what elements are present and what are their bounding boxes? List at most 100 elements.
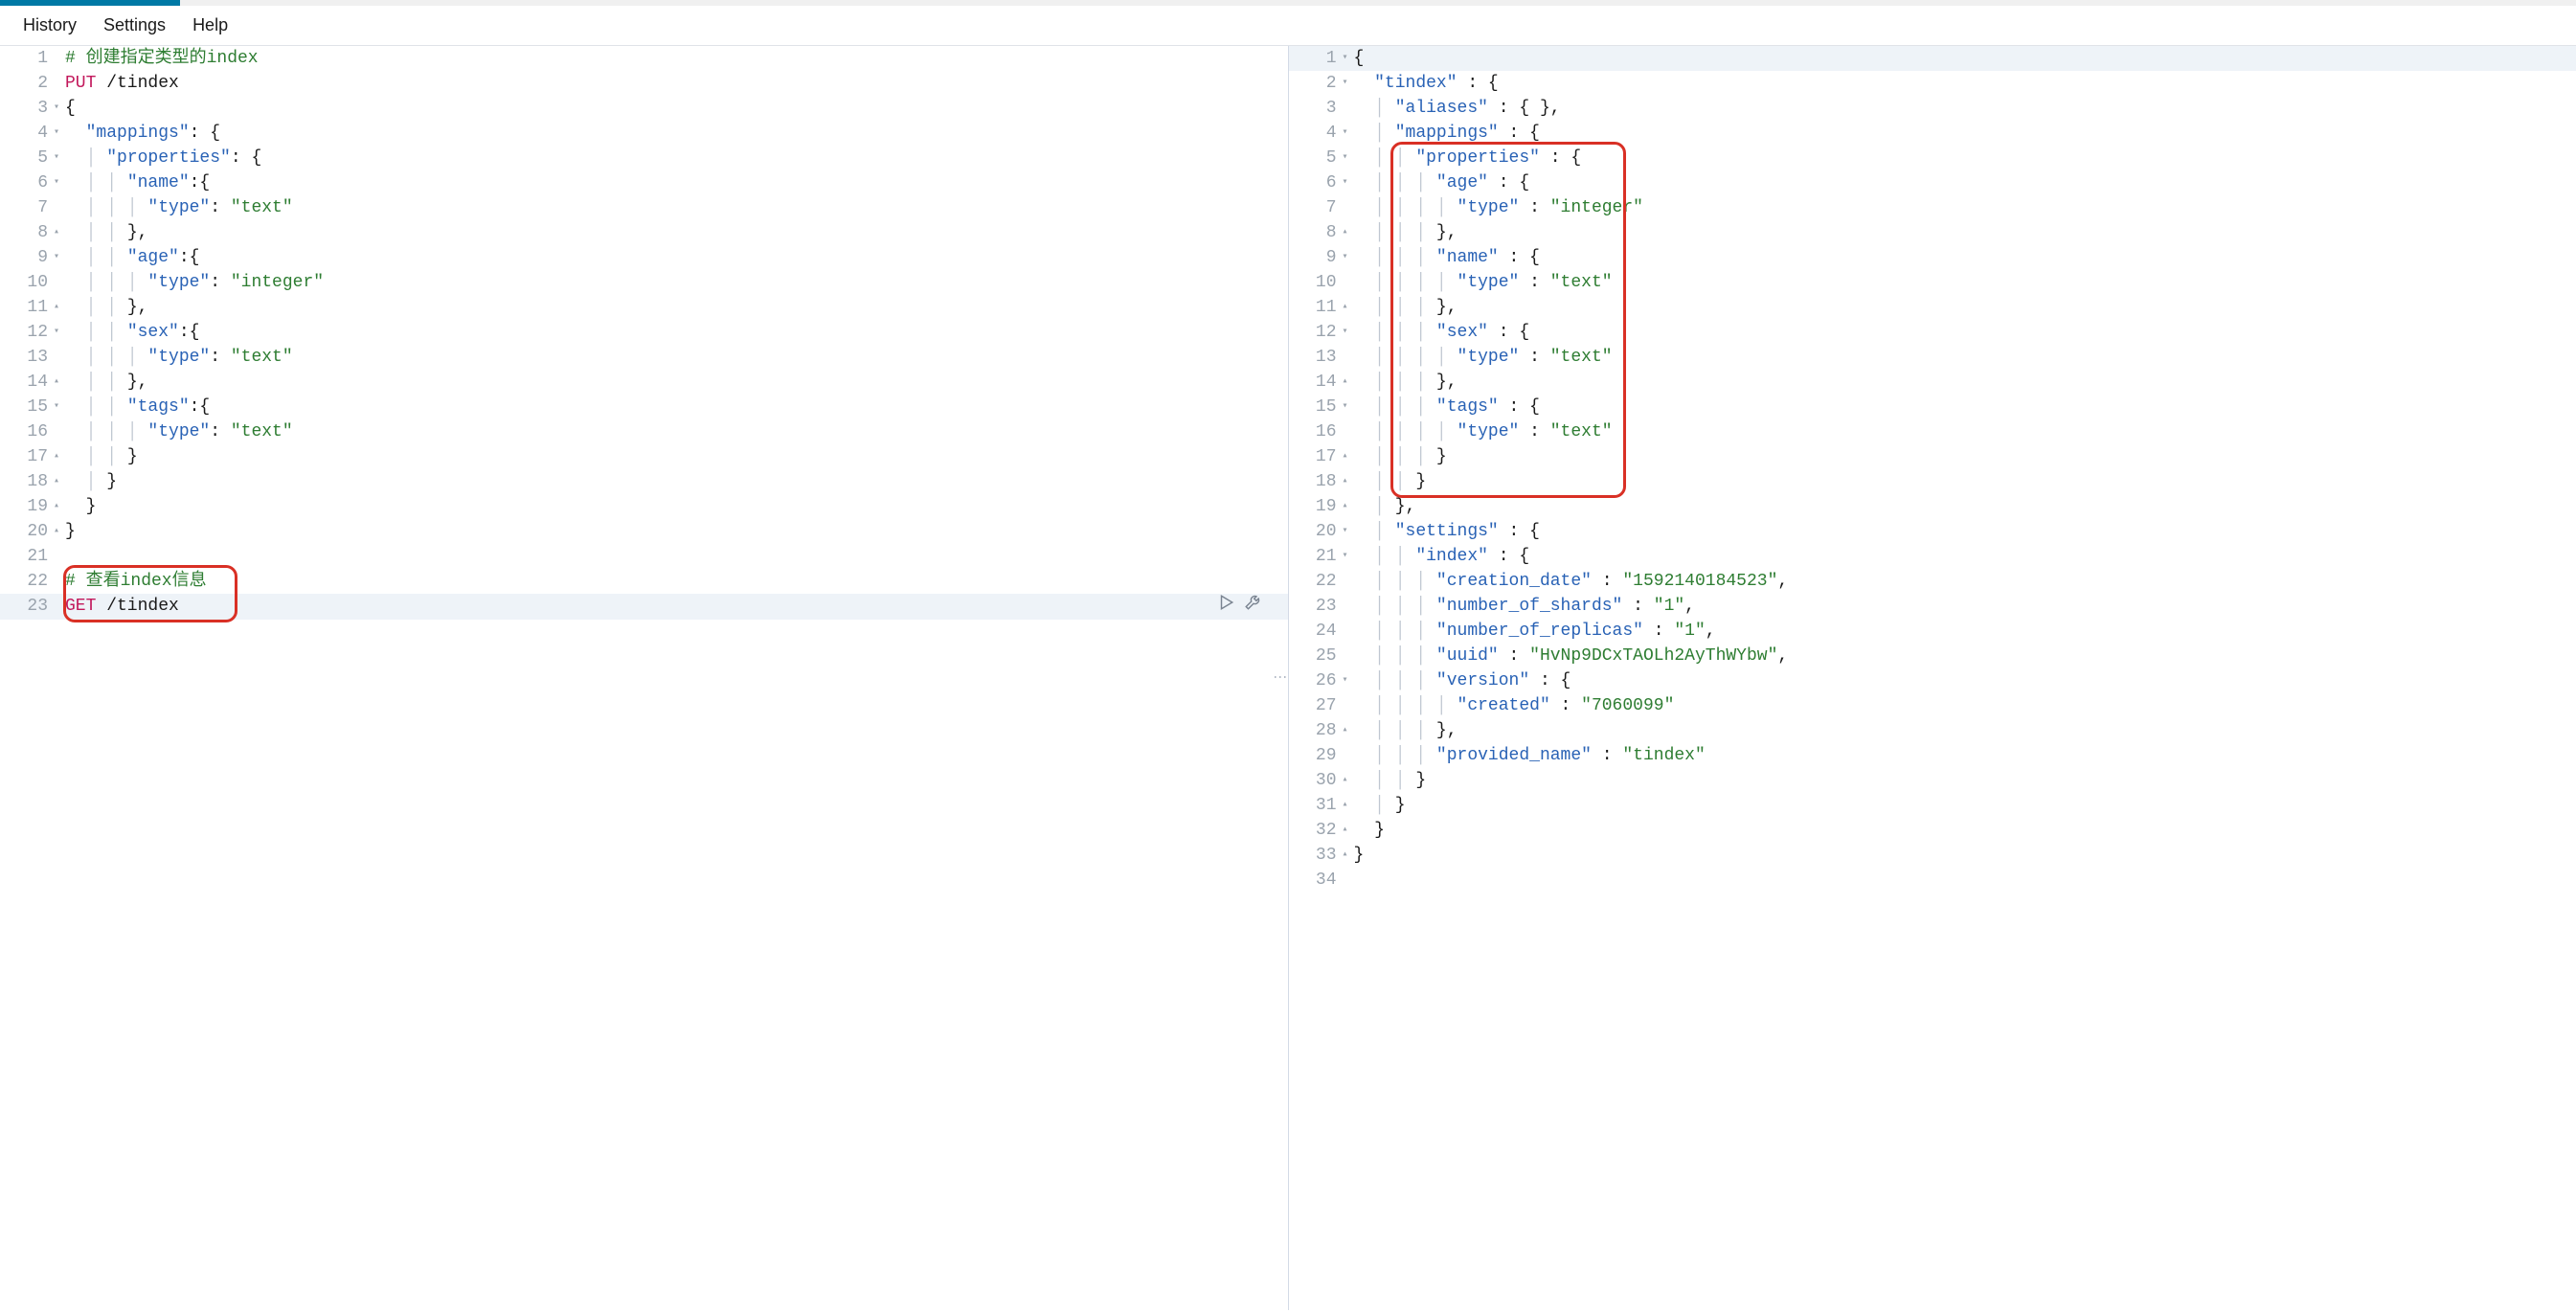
response-line[interactable]: 6▾ │ │ │ "age" : {	[1289, 170, 2576, 195]
line-content[interactable]: │ │ │ "type": "integer"	[57, 270, 1288, 295]
fold-toggle-icon[interactable]: ▴	[1342, 444, 1347, 469]
request-line[interactable]: 3▾{	[0, 96, 1288, 121]
line-content[interactable]: # 创建指定类型的index	[57, 46, 1288, 71]
line-content[interactable]: │ │ │ },	[1346, 370, 2576, 395]
line-content[interactable]: │ │ },	[57, 370, 1288, 395]
response-line[interactable]: 20▾ │ "settings" : {	[1289, 519, 2576, 544]
line-content[interactable]: │ │ │ },	[1346, 295, 2576, 320]
line-content[interactable]: │ │ "properties" : {	[1346, 146, 2576, 170]
response-line[interactable]: 11▴ │ │ │ },	[1289, 295, 2576, 320]
line-content[interactable]: GET /tindex	[57, 594, 1288, 620]
line-content[interactable]: │ │ │ "number_of_shards" : "1",	[1346, 594, 2576, 619]
line-content[interactable]: │ │ │ }	[1346, 444, 2576, 469]
response-line[interactable]: 14▴ │ │ │ },	[1289, 370, 2576, 395]
line-content[interactable]: "tindex" : {	[1346, 71, 2576, 96]
line-content[interactable]: │ │ │ "version" : {	[1346, 668, 2576, 693]
menu-history[interactable]: History	[23, 15, 77, 35]
line-content[interactable]: │ │ },	[57, 295, 1288, 320]
request-line[interactable]: 11▴ │ │ },	[0, 295, 1288, 320]
fold-toggle-icon[interactable]: ▴	[1342, 843, 1347, 868]
response-line[interactable]: 29 │ │ │ "provided_name" : "tindex"	[1289, 743, 2576, 768]
response-line[interactable]: 27 │ │ │ │ "created" : "7060099"	[1289, 693, 2576, 718]
response-line[interactable]: 10 │ │ │ │ "type" : "text"	[1289, 270, 2576, 295]
line-content[interactable]: │ │ "sex":{	[57, 320, 1288, 345]
play-icon[interactable]	[1217, 594, 1234, 620]
line-content[interactable]: │ │ │ │ "type" : "text"	[1346, 270, 2576, 295]
fold-toggle-icon[interactable]: ▴	[1342, 469, 1347, 494]
request-line[interactable]: 18▴ │ }	[0, 469, 1288, 494]
line-content[interactable]	[57, 544, 1288, 569]
line-content[interactable]: │ │ │ "type": "text"	[57, 195, 1288, 220]
fold-toggle-icon[interactable]: ▴	[54, 494, 59, 519]
request-line[interactable]: 22# 查看index信息	[0, 569, 1288, 594]
wrench-icon[interactable]	[1244, 594, 1261, 620]
line-content[interactable]: {	[57, 96, 1288, 121]
line-content[interactable]: │ │ │ },	[1346, 220, 2576, 245]
response-line[interactable]: 5▾ │ │ "properties" : {	[1289, 146, 2576, 170]
fold-toggle-icon[interactable]: ▾	[54, 96, 59, 121]
line-content[interactable]: }	[1346, 818, 2576, 843]
response-viewer-pane[interactable]: 1▾{2▾ "tindex" : {3 │ "aliases" : { },4▾…	[1289, 46, 2576, 1310]
response-line[interactable]: 19▴ │ },	[1289, 494, 2576, 519]
line-content[interactable]: │ │ │ "tags" : {	[1346, 395, 2576, 419]
line-content[interactable]: │ "settings" : {	[1346, 519, 2576, 544]
line-content[interactable]	[1346, 868, 2576, 893]
request-line[interactable]: 19▴ }	[0, 494, 1288, 519]
response-line[interactable]: 3 │ "aliases" : { },	[1289, 96, 2576, 121]
fold-toggle-icon[interactable]: ▴	[54, 519, 59, 544]
line-content[interactable]: │ │ │ "name" : {	[1346, 245, 2576, 270]
response-line[interactable]: 9▾ │ │ │ "name" : {	[1289, 245, 2576, 270]
line-content[interactable]: │ │ }	[57, 444, 1288, 469]
response-line[interactable]: 22 │ │ │ "creation_date" : "159214018452…	[1289, 569, 2576, 594]
response-line[interactable]: 13 │ │ │ │ "type" : "text"	[1289, 345, 2576, 370]
line-content[interactable]: │ │ "tags":{	[57, 395, 1288, 419]
line-content[interactable]: │ │ "age":{	[57, 245, 1288, 270]
menu-help[interactable]: Help	[192, 15, 228, 35]
line-content[interactable]: │ │ │ "type": "text"	[57, 345, 1288, 370]
fold-toggle-icon[interactable]: ▾	[54, 395, 59, 419]
request-line[interactable]: 9▾ │ │ "age":{	[0, 245, 1288, 270]
request-line[interactable]: 6▾ │ │ "name":{	[0, 170, 1288, 195]
line-content[interactable]: │ },	[1346, 494, 2576, 519]
request-line[interactable]: 16 │ │ │ "type": "text"	[0, 419, 1288, 444]
line-content[interactable]: │ │ │ "sex" : {	[1346, 320, 2576, 345]
request-line[interactable]: 17▴ │ │ }	[0, 444, 1288, 469]
fold-toggle-icon[interactable]: ▾	[1342, 519, 1347, 544]
fold-toggle-icon[interactable]: ▴	[54, 444, 59, 469]
line-content[interactable]: }	[1346, 843, 2576, 868]
fold-toggle-icon[interactable]: ▾	[1342, 395, 1347, 419]
response-line[interactable]: 24 │ │ │ "number_of_replicas" : "1",	[1289, 619, 2576, 644]
fold-toggle-icon[interactable]: ▾	[1342, 170, 1347, 195]
fold-toggle-icon[interactable]: ▾	[1342, 544, 1347, 569]
line-content[interactable]: "mappings": {	[57, 121, 1288, 146]
fold-toggle-icon[interactable]: ▴	[1342, 494, 1347, 519]
request-line[interactable]: 15▾ │ │ "tags":{	[0, 395, 1288, 419]
line-content[interactable]: │ │ "index" : {	[1346, 544, 2576, 569]
response-line[interactable]: 15▾ │ │ │ "tags" : {	[1289, 395, 2576, 419]
fold-toggle-icon[interactable]: ▴	[54, 370, 59, 395]
request-line[interactable]: 14▴ │ │ },	[0, 370, 1288, 395]
fold-toggle-icon[interactable]: ▾	[1342, 245, 1347, 270]
fold-toggle-icon[interactable]: ▴	[1342, 295, 1347, 320]
fold-toggle-icon[interactable]: ▴	[1342, 768, 1347, 793]
response-line[interactable]: 16 │ │ │ │ "type" : "text"	[1289, 419, 2576, 444]
line-content[interactable]: # 查看index信息	[57, 569, 1288, 594]
fold-toggle-icon[interactable]: ▴	[1342, 818, 1347, 843]
response-line[interactable]: 34	[1289, 868, 2576, 893]
line-content[interactable]: }	[57, 494, 1288, 519]
line-content[interactable]: │ │ }	[1346, 469, 2576, 494]
line-content[interactable]: │ "aliases" : { },	[1346, 96, 2576, 121]
line-content[interactable]: │ │ }	[1346, 768, 2576, 793]
fold-toggle-icon[interactable]: ▾	[54, 146, 59, 170]
response-line[interactable]: 25 │ │ │ "uuid" : "HvNp9DCxTAOLh2AyThWYb…	[1289, 644, 2576, 668]
line-content[interactable]: │ }	[57, 469, 1288, 494]
line-content[interactable]: │ }	[1346, 793, 2576, 818]
fold-toggle-icon[interactable]: ▴	[1342, 718, 1347, 743]
splitter-handle[interactable]: ⋮	[1274, 670, 1289, 686]
request-line[interactable]: 1# 创建指定类型的index	[0, 46, 1288, 71]
response-line[interactable]: 8▴ │ │ │ },	[1289, 220, 2576, 245]
response-line[interactable]: 18▴ │ │ }	[1289, 469, 2576, 494]
line-content[interactable]: │ │ │ │ "type" : "integer"	[1346, 195, 2576, 220]
fold-toggle-icon[interactable]: ▾	[54, 245, 59, 270]
request-line[interactable]: 4▾ "mappings": {	[0, 121, 1288, 146]
